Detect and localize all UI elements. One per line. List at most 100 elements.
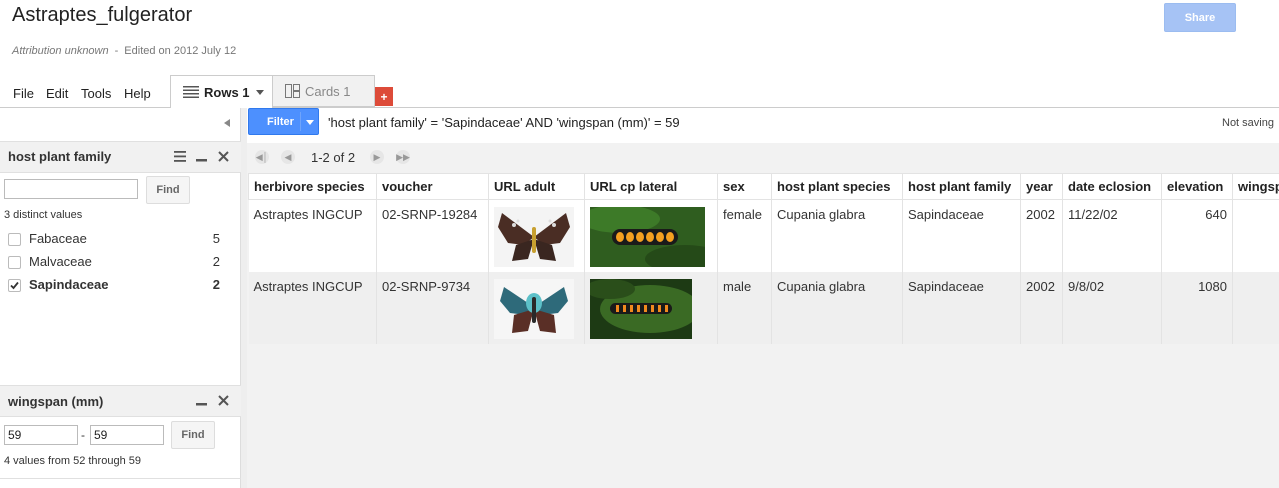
column-header[interactable]: wingsp <box>1232 173 1279 200</box>
document-meta: Attribution unknown - Edited on 2012 July … <box>12 45 236 57</box>
data-table: herbivore species voucher URL adult URL … <box>248 173 1279 344</box>
attribution-text: Attribution unknown <box>12 45 109 57</box>
add-tab-button[interactable]: + <box>375 87 393 106</box>
facet-value-label: Fabaceae <box>29 231 87 246</box>
facet-wingspan-find-button[interactable]: Find <box>171 421 215 449</box>
cell-sex[interactable]: female <box>717 199 772 272</box>
cell-host-plant-family[interactable]: Sapindaceae <box>902 199 1021 272</box>
facet-host-find-button[interactable]: Find <box>146 176 190 204</box>
edited-date: Edited on 2012 July 12 <box>124 45 237 57</box>
tab-rows-label: Rows 1 <box>204 84 250 100</box>
page-range: 1-2 of 2 <box>311 150 356 165</box>
facet-value-row[interactable]: Malvaceae 2 <box>8 253 220 273</box>
facet-wingspan-title: wingspan (mm) <box>8 394 104 409</box>
minimize-icon[interactable] <box>196 159 207 162</box>
facet-host-search-input[interactable] <box>4 179 138 199</box>
cell-voucher[interactable]: 02-SRNP-19284 <box>376 199 489 272</box>
column-header[interactable]: URL adult <box>488 173 585 200</box>
column-header[interactable]: date eclosion <box>1062 173 1162 200</box>
table-row[interactable]: Astraptes INGCUP 02-SRNP-9734 male Cupan… <box>248 271 1279 344</box>
cell-url-adult[interactable] <box>488 271 585 344</box>
filter-button[interactable]: Filter <box>248 108 319 135</box>
column-header[interactable]: voucher <box>376 173 489 200</box>
list-icon <box>183 86 199 98</box>
column-header[interactable]: herbivore species <box>248 173 377 200</box>
cards-icon <box>285 84 300 98</box>
cell-voucher[interactable]: 02-SRNP-9734 <box>376 271 489 344</box>
adult-butterfly-image[interactable] <box>494 207 574 267</box>
facet-value-count: 2 <box>212 277 220 292</box>
cell-host-plant-species[interactable]: Cupania glabra <box>771 199 903 272</box>
cell-wingspan[interactable] <box>1232 199 1279 272</box>
document-title[interactable]: Astraptes_fulgerator <box>12 4 192 27</box>
menu-tools[interactable]: Tools <box>81 86 111 101</box>
facet-host-title: host plant family <box>8 149 112 164</box>
cell-date-eclosion[interactable]: 11/22/02 <box>1062 199 1162 272</box>
menu-icon[interactable] <box>174 151 186 162</box>
tab-rows[interactable]: Rows 1 <box>170 75 273 108</box>
facet-value-count: 5 <box>212 231 220 246</box>
cell-wingspan[interactable] <box>1232 271 1279 344</box>
checkbox[interactable] <box>8 256 21 269</box>
column-header[interactable]: host plant family <box>902 173 1021 200</box>
cell-elevation[interactable]: 640 <box>1161 199 1233 272</box>
close-icon[interactable] <box>218 395 229 406</box>
wingspan-max-input[interactable] <box>90 425 164 445</box>
cell-host-plant-species[interactable]: Cupania glabra <box>771 271 903 344</box>
next-page-icon[interactable]: ▶ <box>369 149 385 165</box>
checkbox[interactable] <box>8 233 21 246</box>
table-header-row: herbivore species voucher URL adult URL … <box>248 173 1279 200</box>
column-header[interactable]: sex <box>717 173 772 200</box>
share-button[interactable]: Share <box>1164 3 1236 32</box>
cell-url-cp-lateral[interactable] <box>584 199 718 272</box>
tab-cards[interactable]: Cards 1 <box>272 75 375 107</box>
range-dash: - <box>81 428 85 442</box>
adult-butterfly-image[interactable] <box>494 278 574 339</box>
caterpillar-image[interactable] <box>590 207 705 267</box>
facet-host-distinct-count: 3 distinct values <box>4 209 83 221</box>
tab-cards-label: Cards 1 <box>305 83 351 99</box>
dropdown-arrow-icon[interactable] <box>255 89 264 95</box>
cell-year[interactable]: 2002 <box>1020 199 1063 272</box>
prev-page-icon[interactable]: ◀ <box>280 149 296 165</box>
cell-year[interactable]: 2002 <box>1020 271 1063 344</box>
column-header[interactable]: URL cp lateral <box>584 173 718 200</box>
cell-herbivore-species[interactable]: Astraptes INGCUP <box>248 199 377 272</box>
column-header[interactable]: host plant species <box>771 173 903 200</box>
filter-expression[interactable]: 'host plant family' = 'Sapindaceae' AND … <box>328 115 680 130</box>
wingspan-min-input[interactable] <box>4 425 78 445</box>
dropdown-arrow-icon[interactable] <box>306 120 314 125</box>
filter-button-separator <box>300 112 301 131</box>
close-icon[interactable] <box>218 151 229 162</box>
wingspan-summary: 4 values from 52 through 59 <box>4 455 141 467</box>
caterpillar-image[interactable] <box>590 278 692 339</box>
panel-divider <box>0 478 241 479</box>
meta-separator: - <box>114 45 119 57</box>
filter-button-label: Filter <box>267 116 294 128</box>
collapse-arrow-icon[interactable] <box>224 119 230 127</box>
menu-help[interactable]: Help <box>124 86 151 101</box>
checkbox[interactable] <box>8 279 21 292</box>
cell-elevation[interactable]: 1080 <box>1161 271 1233 344</box>
cell-date-eclosion[interactable]: 9/8/02 <box>1062 271 1162 344</box>
facet-value-count: 2 <box>212 254 220 269</box>
facet-value-row[interactable]: Fabaceae 5 <box>8 230 220 250</box>
table-row[interactable]: Astraptes INGCUP 02-SRNP-19284 female Cu… <box>248 199 1279 272</box>
menu-file[interactable]: File <box>13 86 34 101</box>
column-header[interactable]: year <box>1020 173 1063 200</box>
cell-host-plant-family[interactable]: Sapindaceae <box>902 271 1021 344</box>
cell-herbivore-species[interactable]: Astraptes INGCUP <box>248 271 377 344</box>
first-page-icon[interactable]: ◀│ <box>254 149 270 165</box>
save-status: Not saving <box>1222 117 1274 129</box>
minimize-icon[interactable] <box>196 403 207 406</box>
cell-url-cp-lateral[interactable] <box>584 271 718 344</box>
column-header[interactable]: elevation <box>1161 173 1233 200</box>
menu-edit[interactable]: Edit <box>46 86 68 101</box>
facet-value-label: Sapindaceae <box>29 277 109 292</box>
last-page-icon[interactable]: ▶▶ <box>395 149 411 165</box>
cell-url-adult[interactable] <box>488 199 585 272</box>
facet-value-row[interactable]: Sapindaceae 2 <box>8 276 220 296</box>
cell-sex[interactable]: male <box>717 271 772 344</box>
checkmark-icon <box>10 281 19 290</box>
facet-value-label: Malvaceae <box>29 254 92 269</box>
